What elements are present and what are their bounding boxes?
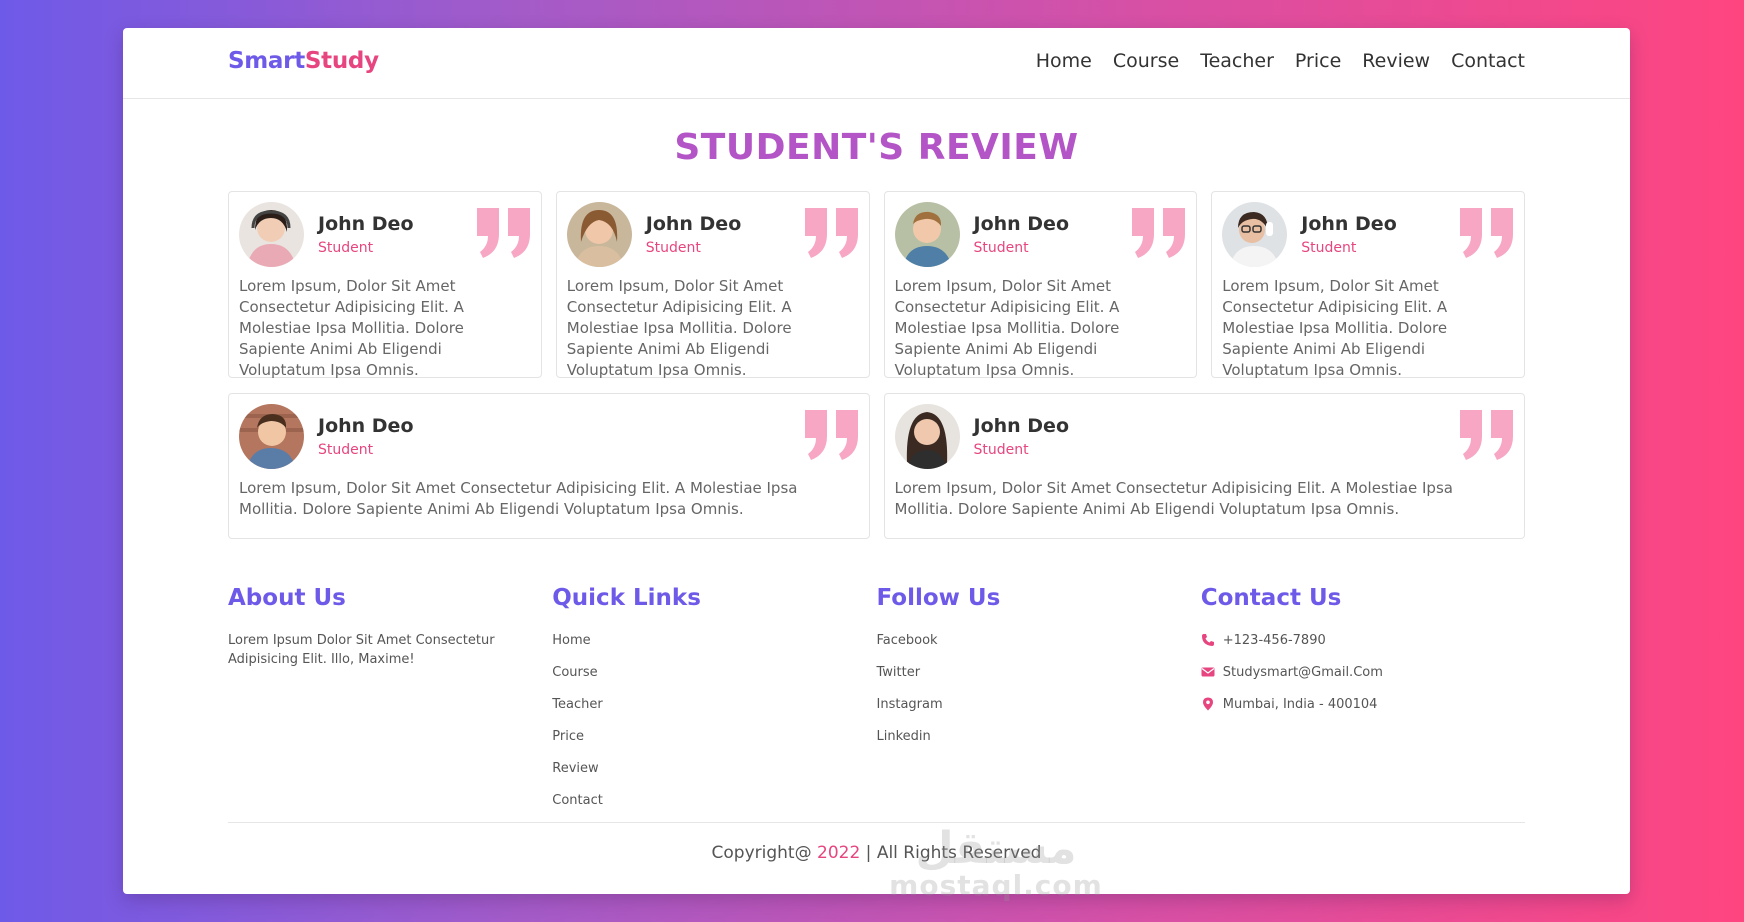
footer-link-twitter[interactable]: Twitter — [877, 663, 1201, 695]
quote-icon — [804, 410, 858, 460]
review-text: Lorem Ipsum, Dolor Sit Amet Consectetur … — [566, 277, 792, 379]
contact-address: Mumbai, India - 400104 — [1201, 695, 1525, 727]
footer-divider — [228, 822, 1525, 823]
avatar — [566, 202, 632, 267]
envelope-icon — [1201, 667, 1215, 677]
footer-quick-links: Quick Links Home Course Teacher Price Re… — [552, 583, 876, 823]
footer-about-text: Lorem Ipsum Dolor Sit Amet Consectetur A… — [228, 633, 495, 667]
main-nav: Home Course Teacher Price Review Contact — [1036, 50, 1525, 72]
quote-icon — [1132, 208, 1186, 258]
watermark: مستقل mostaql.com — [886, 823, 1106, 903]
reviewer-name: John Deo — [645, 213, 742, 235]
review-text: Lorem Ipsum, Dolor Sit Amet Consectetur … — [239, 479, 798, 518]
reviews-row-2: John Deo Student Lorem Ipsum, Dolor Sit … — [228, 393, 1525, 539]
reviews-grid: John Deo Student Lorem Ipsum, Dolor Sit … — [228, 191, 1525, 539]
section-title: STUDENT'S REVIEW — [674, 127, 1079, 168]
nav-contact[interactable]: Contact — [1451, 50, 1525, 72]
contact-phone[interactable]: +123-456-7890 — [1201, 631, 1525, 663]
logo-part-1: Smart — [228, 48, 305, 74]
quote-icon — [1460, 208, 1513, 258]
review-text: Lorem Ipsum, Dolor Sit Amet Consectetur … — [894, 479, 1453, 518]
quote-icon — [1460, 410, 1513, 460]
footer-follow-title: Follow Us — [876, 585, 1001, 611]
nav-home[interactable]: Home — [1036, 50, 1092, 72]
review-card: John Deo Student Lorem Ipsum, Dolor Sit … — [883, 393, 1525, 539]
avatar — [239, 202, 304, 267]
footer-link-linkedin[interactable]: Linkedin — [877, 727, 1201, 759]
footer: About Us Lorem Ipsum Dolor Sit Amet Cons… — [228, 583, 1525, 823]
phone-icon — [1201, 634, 1214, 646]
footer-link-instagram[interactable]: Instagram — [877, 695, 1201, 727]
reviewer-name: John Deo — [318, 415, 414, 437]
map-pin-icon — [1202, 697, 1213, 711]
reviewer-name: John Deo — [973, 415, 1070, 437]
review-card: John Deo Student Lorem Ipsum, Dolor Sit … — [883, 191, 1198, 379]
reviewer-name: John Deo — [973, 213, 1070, 235]
reviewer-role: Student — [318, 442, 374, 458]
footer-columns: About Us Lorem Ipsum Dolor Sit Amet Cons… — [228, 583, 1525, 823]
reviewer-name: John Deo — [318, 213, 414, 235]
footer-link-facebook[interactable]: Facebook — [877, 631, 1201, 663]
footer-link-contact[interactable]: Contact — [552, 791, 876, 823]
review-card: John Deo Student Lorem Ipsum, Dolor Sit … — [228, 393, 870, 539]
watermark-arabic: مستقل — [915, 823, 1077, 874]
review-card: John Deo Student Lorem Ipsum, Dolor Sit … — [555, 191, 870, 379]
copyright-prefix: Copyright@ — [711, 843, 818, 863]
review-text: Lorem Ipsum, Dolor Sit Amet Consectetur … — [239, 277, 464, 379]
reviewer-role: Student — [318, 240, 374, 256]
reviewer-role: Student — [973, 442, 1029, 458]
review-text: Lorem Ipsum, Dolor Sit Amet Consectetur … — [1222, 277, 1448, 379]
copyright-year: 2022 — [817, 843, 861, 863]
copyright: Copyright@ 2022 | All Rights Reserved — [123, 843, 1630, 863]
footer-link-price[interactable]: Price — [552, 727, 876, 759]
contact-email[interactable]: Studysmart@Gmail.Com — [1201, 663, 1525, 695]
footer-quick-links-title: Quick Links — [552, 585, 701, 611]
watermark-latin: mostaql.com — [889, 869, 1103, 902]
footer-link-review[interactable]: Review — [552, 759, 876, 791]
contact-email-text: Studysmart@Gmail.Com — [1222, 665, 1383, 680]
nav-price[interactable]: Price — [1295, 50, 1341, 72]
reviewer-name: John Deo — [1301, 213, 1397, 235]
logo[interactable]: SmartStudy — [228, 48, 379, 74]
header: SmartStudy Home Course Teacher Price Rev… — [123, 28, 1630, 99]
review-card: John Deo Student Lorem Ipsum, Dolor Sit … — [1211, 191, 1525, 379]
footer-link-teacher[interactable]: Teacher — [552, 695, 876, 727]
avatar — [894, 404, 960, 469]
nav-course[interactable]: Course — [1113, 50, 1179, 72]
footer-link-course[interactable]: Course — [552, 663, 876, 695]
quote-icon — [804, 208, 858, 258]
avatar — [894, 202, 960, 267]
reviewer-role: Student — [1301, 240, 1357, 256]
avatar — [239, 404, 304, 469]
nav-teacher[interactable]: Teacher — [1200, 50, 1274, 72]
contact-address-text: Mumbai, India - 400104 — [1222, 697, 1378, 712]
footer-contact: Contact Us +123-456-7890 Studysmart@Gmai… — [1201, 583, 1525, 823]
logo-part-2: Study — [304, 48, 379, 74]
reviewer-role: Student — [973, 240, 1029, 256]
reviewer-role: Student — [645, 240, 701, 256]
footer-about: About Us Lorem Ipsum Dolor Sit Amet Cons… — [228, 583, 552, 823]
review-card: John Deo Student Lorem Ipsum, Dolor Sit … — [228, 191, 542, 379]
footer-about-title: About Us — [228, 585, 346, 611]
footer-contact-title: Contact Us — [1200, 585, 1342, 611]
quote-icon — [476, 208, 530, 258]
footer-follow: Follow Us Facebook Twitter Instagram Lin… — [877, 583, 1201, 823]
footer-link-home[interactable]: Home — [552, 631, 876, 663]
avatar — [1222, 202, 1288, 267]
reviews-row-1: John Deo Student Lorem Ipsum, Dolor Sit … — [228, 191, 1525, 379]
review-text: Lorem Ipsum, Dolor Sit Amet Consectetur … — [894, 277, 1120, 379]
page-container: SmartStudy Home Course Teacher Price Rev… — [123, 28, 1630, 902]
contact-phone-text: +123-456-7890 — [1222, 633, 1326, 648]
nav-review[interactable]: Review — [1362, 50, 1430, 72]
